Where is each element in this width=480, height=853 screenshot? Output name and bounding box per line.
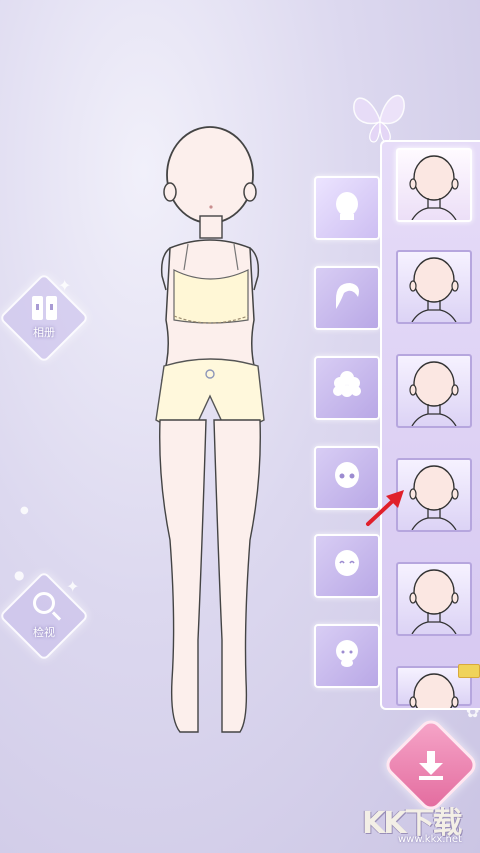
magnifier-icon [33,592,55,614]
category-tab[interactable] [314,176,380,240]
character-model [155,126,265,733]
butterfly-icon [353,94,405,143]
game-screen: ✦ ✦ ● ● ✿ 相册 检视 KK下载 www.kkx.net [0,0,480,853]
category-tab[interactable] [314,534,380,598]
category-tab[interactable] [314,356,380,420]
eyes-icon [330,459,364,497]
sparkle-icon: ● [14,568,25,582]
album-icon [30,296,58,322]
head-outline-icon [398,257,470,326]
head-outline-icon [398,155,470,224]
category-tab[interactable] [314,266,380,330]
hair-icon [330,279,364,317]
album-button[interactable]: 相册 [0,272,90,364]
item-card[interactable] [396,148,472,222]
item-card[interactable] [396,562,472,636]
download-icon [419,751,443,780]
curly-hair-icon [330,369,364,407]
head-outline-icon [398,569,470,638]
head-shape-icon [330,637,364,675]
item-card[interactable] [396,354,472,428]
head-outline-icon [398,465,470,534]
head-outline-icon [398,361,470,430]
category-tab[interactable] [314,624,380,688]
inspect-label: 检视 [33,626,55,639]
item-card[interactable] [396,250,472,324]
face-icon [330,189,364,227]
sparkle-icon: ● [20,505,29,516]
smile-icon [330,547,364,585]
pointer-arrow-icon [366,490,404,526]
watermark-url: www.kkx.net [398,834,462,845]
new-badge [458,664,480,678]
album-label: 相册 [33,326,55,339]
item-panel[interactable] [380,140,480,710]
